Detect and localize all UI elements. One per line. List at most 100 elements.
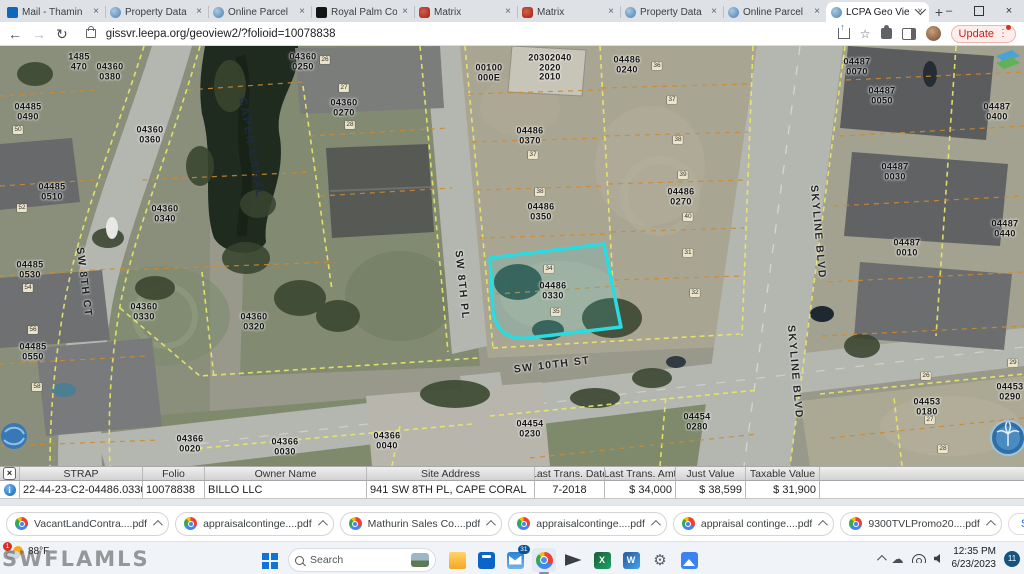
minimize-button[interactable]: –	[934, 0, 964, 22]
browser-tab[interactable]: Royal Palm Co ×	[311, 2, 414, 22]
taskbar-search[interactable]: Search	[288, 548, 436, 572]
app-glyph	[681, 552, 698, 569]
download-chip[interactable]: VacantLandContra....pdf	[6, 512, 169, 536]
close-button[interactable]: ×	[994, 0, 1024, 22]
browser-tab[interactable]: Matrix ×	[517, 2, 620, 22]
tab-close-icon[interactable]: ×	[92, 7, 100, 17]
address-bar[interactable]: gissvr.leepa.org/geoview2/?folioid=10078…	[106, 28, 336, 40]
table-header-cell[interactable]: Site Address	[367, 467, 535, 480]
parcel-label: 044870010	[893, 238, 920, 257]
lot-number-badge: 26	[921, 372, 931, 380]
chip-chevron-icon[interactable]	[986, 520, 996, 530]
onedrive-icon[interactable]: ☁	[892, 553, 904, 565]
tab-search-icon[interactable]	[904, 0, 934, 22]
download-chip[interactable]: Mathurin Sales Co....pdf	[340, 512, 503, 536]
globe-control-icon[interactable]	[1, 423, 27, 449]
maximize-button[interactable]	[964, 0, 994, 22]
lot-number-badge: 36	[652, 62, 662, 70]
browser-tab[interactable]: Online Parcel ×	[208, 2, 311, 22]
update-button[interactable]: Update ⋮	[951, 25, 1016, 43]
parcel-label: 043660040	[373, 431, 400, 450]
tab-label: Online Parcel	[743, 7, 809, 18]
chip-chevron-icon[interactable]	[651, 520, 661, 530]
taskbar-app-icon[interactable]	[561, 548, 585, 572]
back-button[interactable]: ←	[8, 27, 22, 41]
chip-chevron-icon[interactable]	[818, 520, 828, 530]
download-filename: appraisalcontinge....pdf	[536, 518, 645, 530]
parcel-label: 044850530	[16, 260, 43, 279]
show-all-downloads-button[interactable]: Show all	[1008, 513, 1024, 535]
table-close-cell[interactable]: ×	[0, 467, 20, 480]
taskbar-app-icon[interactable]	[474, 548, 498, 572]
gis-map[interactable]: 2627283738343536373839403132505254565826…	[0, 46, 1024, 466]
chip-chevron-icon[interactable]	[153, 520, 163, 530]
tab-close-icon[interactable]: ×	[504, 7, 512, 17]
parcel-label: 043600250	[289, 52, 316, 71]
chip-chevron-icon[interactable]	[318, 520, 328, 530]
table-row[interactable]: i 22-44-23-C2-04486.0330 10078838 BILLO …	[0, 481, 1024, 499]
taskbar-app-icon[interactable]	[532, 548, 556, 572]
side-panel-icon[interactable]	[902, 28, 916, 40]
row-info-cell[interactable]: i	[0, 481, 20, 498]
download-chip[interactable]: appraisal continge....pdf	[673, 512, 835, 536]
browser-tab[interactable]: Online Parcel ×	[723, 2, 826, 22]
tray-chevron-icon[interactable]	[876, 555, 886, 565]
weather-widget[interactable]: 1 88°F	[6, 545, 49, 561]
parcel-label: 044860270	[667, 187, 694, 206]
reload-button[interactable]: ↻	[56, 27, 68, 41]
taskbar-app-icon[interactable]	[445, 548, 469, 572]
lot-number-badge: 54	[23, 284, 33, 292]
info-icon[interactable]: i	[4, 484, 16, 496]
cell-last-trans-amt: $ 34,000	[605, 481, 676, 498]
parcel-label: 044860350	[527, 202, 554, 221]
table-header-cell[interactable]: Owner Name	[205, 467, 367, 480]
download-chip[interactable]: appraisalcontinge....pdf	[175, 512, 334, 536]
tab-close-icon[interactable]: ×	[813, 7, 821, 17]
forward-button[interactable]: →	[32, 27, 46, 41]
weather-temp: 88°F	[28, 546, 49, 557]
browser-tab[interactable]: Property Data ×	[620, 2, 723, 22]
table-header-cell[interactable]: Last Trans. Amt	[605, 467, 676, 480]
taskbar-app-icon[interactable]	[677, 548, 701, 572]
tab-label: Royal Palm Co	[331, 7, 397, 18]
chip-chevron-icon[interactable]	[486, 520, 496, 530]
download-filename: VacantLandContra....pdf	[34, 518, 147, 530]
table-header-cell[interactable]: Folio	[143, 467, 205, 480]
taskbar-app-icon[interactable]: 31	[503, 548, 527, 572]
tab-close-icon[interactable]: ×	[401, 7, 409, 17]
table-header-cell[interactable]: Taxable Value	[746, 467, 820, 480]
lock-icon	[86, 29, 96, 38]
tab-close-icon[interactable]: ×	[195, 7, 203, 17]
start-button[interactable]	[262, 553, 279, 570]
parcel-label: 044860240	[613, 55, 640, 74]
browser-tab[interactable]: Property Data ×	[105, 2, 208, 22]
tab-close-icon[interactable]: ×	[607, 7, 615, 17]
table-header-cell[interactable]: Last Trans. Date	[535, 467, 605, 480]
browser-tab[interactable]: Mail - Thamin ×	[2, 2, 105, 22]
lot-number-badge: 40	[683, 213, 693, 221]
extensions-icon[interactable]	[881, 28, 892, 39]
tab-favicon	[110, 7, 121, 18]
tab-close-icon[interactable]: ×	[298, 7, 306, 17]
browser-tab[interactable]: Matrix ×	[414, 2, 517, 22]
bookmark-star-icon[interactable]: ☆	[860, 27, 871, 41]
share-icon[interactable]	[838, 28, 850, 39]
cell-last-trans-date: 7-2018	[535, 481, 605, 498]
tab-label: Online Parcel	[228, 7, 294, 18]
clock[interactable]: 12:35 PM 6/23/2023	[952, 546, 997, 571]
taskbar-app-icon[interactable]	[648, 548, 672, 572]
tab-close-icon[interactable]: ×	[710, 7, 718, 17]
wifi-icon[interactable]	[912, 554, 926, 563]
notification-count-badge[interactable]: 11	[1004, 551, 1020, 567]
close-table-icon[interactable]: ×	[3, 467, 16, 480]
lot-number-badge: 34	[544, 265, 554, 273]
taskbar-app-icon[interactable]: X	[590, 548, 614, 572]
download-filename: 9300TVLPromo20....pdf	[868, 518, 980, 530]
volume-icon[interactable]	[934, 554, 944, 564]
download-chip[interactable]: appraisalcontinge....pdf	[508, 512, 667, 536]
taskbar-app-icon[interactable]: W	[619, 548, 643, 572]
table-header-cell[interactable]: Just Value	[676, 467, 746, 480]
download-chip[interactable]: 9300TVLPromo20....pdf	[840, 512, 1002, 536]
table-header-cell[interactable]: STRAP	[20, 467, 143, 480]
profile-avatar[interactable]	[926, 26, 941, 41]
